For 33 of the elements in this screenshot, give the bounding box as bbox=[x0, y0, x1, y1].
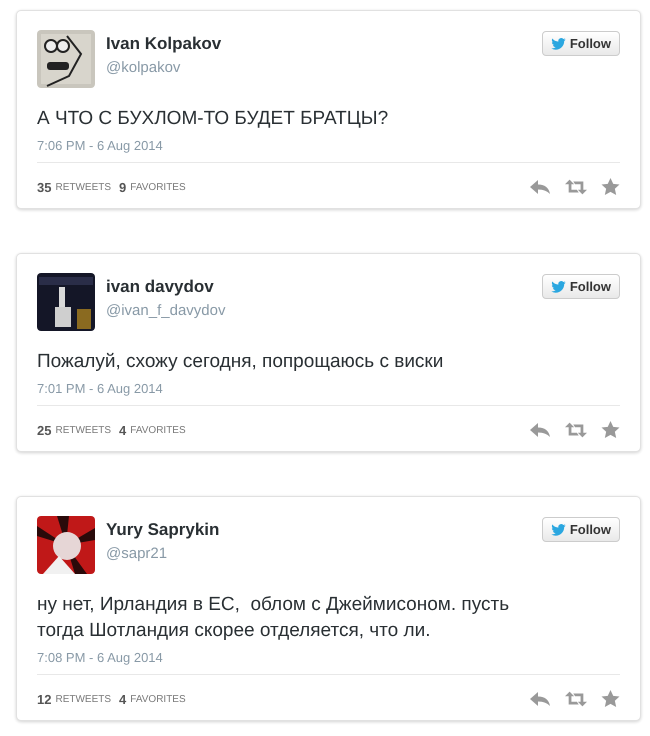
bird-icon bbox=[550, 524, 566, 536]
tweet-text: Пожалуй, схожу сегодня, попрощаюсь с виски bbox=[37, 350, 444, 374]
retweets-label: RETWEETS bbox=[55, 694, 112, 704]
favorites-label: FAVORITES bbox=[130, 182, 186, 192]
bird-icon bbox=[550, 38, 566, 50]
tweet-text: А ЧТО С БУХЛОМ-ТО БУДЕТ БРАТЦЫ? bbox=[37, 107, 390, 131]
star-icon[interactable] bbox=[601, 421, 620, 439]
star-icon[interactable] bbox=[601, 690, 620, 708]
retweet-icon[interactable] bbox=[565, 179, 587, 195]
retweet-count: 35 bbox=[37, 180, 52, 194]
retweet-count: 12 bbox=[37, 692, 52, 706]
retweet-icon[interactable] bbox=[565, 422, 587, 438]
favorite-count: 4 bbox=[119, 422, 126, 438]
retweet-count: 25 bbox=[37, 422, 52, 438]
follow-button[interactable]: Follow bbox=[542, 31, 620, 56]
user-name[interactable]: Yury Saprykin bbox=[106, 520, 542, 540]
bird-icon bbox=[550, 280, 566, 292]
retweets-label: RETWEETS bbox=[55, 182, 112, 192]
reply-icon[interactable] bbox=[529, 179, 551, 195]
user-name[interactable]: ivan davydov bbox=[106, 277, 542, 297]
favorite-count: 9 bbox=[119, 180, 126, 194]
follow-button[interactable]: Follow bbox=[542, 274, 620, 299]
reply-icon[interactable] bbox=[529, 691, 551, 707]
favorites-label: FAVORITES bbox=[130, 694, 186, 704]
favorite-count: 4 bbox=[119, 692, 126, 706]
tweet-text: ну нет, Ирландия в ЕС, облом с Джеймисоном. пусть тогда Шотландия скорее отделяется, что ли. bbox=[37, 593, 510, 643]
user-name[interactable]: Ivan Kolpakov bbox=[106, 34, 542, 54]
retweets-label: RETWEETS bbox=[55, 424, 112, 436]
retweet-icon[interactable] bbox=[565, 691, 587, 707]
reply-icon[interactable] bbox=[529, 422, 551, 438]
follow-button[interactable]: Follow bbox=[542, 517, 620, 542]
star-icon[interactable] bbox=[601, 178, 620, 196]
favorites-label: FAVORITES bbox=[130, 424, 186, 436]
